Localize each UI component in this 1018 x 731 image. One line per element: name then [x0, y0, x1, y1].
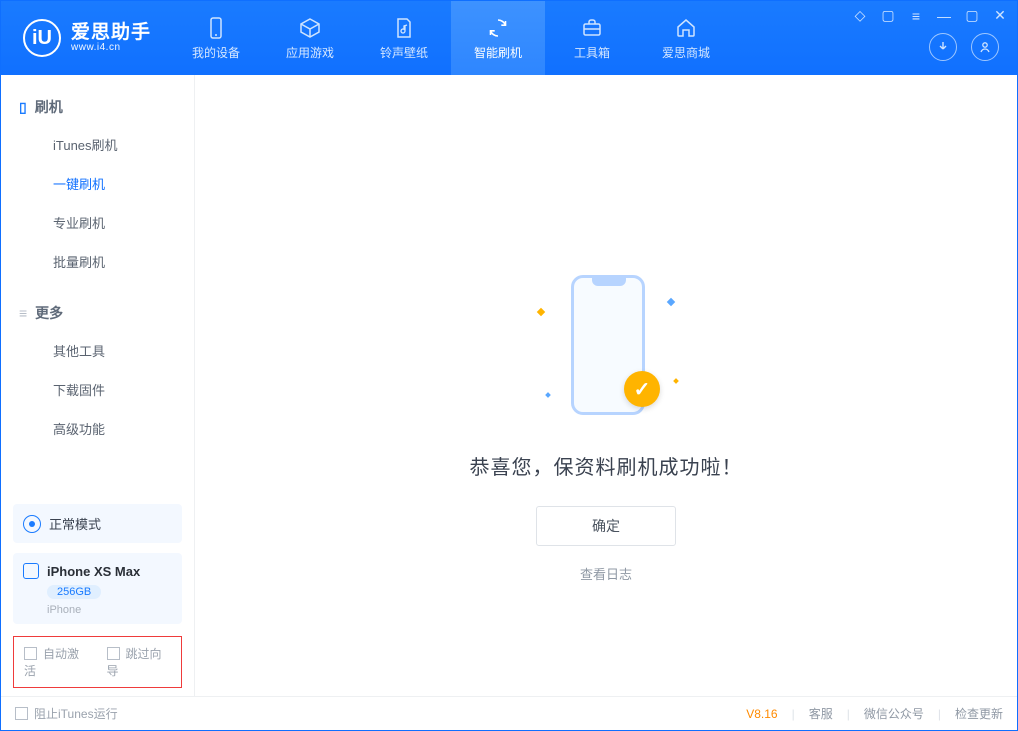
titlebar: iU 爱思助手 www.i4.cn 我的设备 应用游戏 铃声壁纸 智能刷机: [1, 1, 1017, 75]
nav-smart-flash[interactable]: 智能刷机: [451, 1, 545, 75]
device-name: iPhone XS Max: [47, 564, 140, 579]
sparkle-icon: [545, 392, 551, 398]
checkbox-icon: [15, 707, 28, 720]
app-site: www.i4.cn: [71, 42, 151, 53]
main-content: ✓ 恭喜您，保资料刷机成功啦！ 确定 查看日志: [195, 75, 1017, 696]
sidebar-head-more: ≡ 更多: [1, 295, 194, 331]
device-icon: [204, 16, 228, 40]
toolbox-icon: [580, 16, 604, 40]
checkbox-skip-guide[interactable]: 跳过向导: [107, 645, 172, 679]
sparkle-icon: [537, 308, 545, 316]
sidebar-item-itunes-flash[interactable]: iTunes刷机: [1, 125, 194, 164]
separator: |: [792, 707, 795, 721]
sidebar-section-more: ≡ 更多 其他工具 下载固件 高级功能: [1, 281, 194, 448]
logo-icon: iU: [23, 19, 61, 57]
nav-store[interactable]: 爱思商城: [639, 1, 733, 75]
nav-label: 工具箱: [574, 44, 610, 61]
link-check-update[interactable]: 检查更新: [955, 705, 1003, 722]
app-window: iU 爱思助手 www.i4.cn 我的设备 应用游戏 铃声壁纸 智能刷机: [0, 0, 1018, 731]
sidebar-item-oneclick-flash[interactable]: 一键刷机: [1, 164, 194, 203]
checkmark-badge-icon: ✓: [624, 371, 660, 407]
device-storage-badge: 256GB: [47, 585, 101, 599]
device-type: iPhone: [47, 604, 172, 616]
checkbox-block-itunes[interactable]: 阻止iTunes运行: [15, 705, 118, 722]
skin-icon[interactable]: ◇: [851, 7, 869, 24]
sidebar-item-pro-flash[interactable]: 专业刷机: [1, 203, 194, 242]
flash-options-row: 自动激活 跳过向导: [13, 636, 182, 688]
sidebar-item-advanced[interactable]: 高级功能: [1, 409, 194, 448]
list-icon: ≡: [19, 305, 27, 321]
main-nav: 我的设备 应用游戏 铃声壁纸 智能刷机 工具箱 爱思商城: [169, 1, 733, 75]
cube-icon: [298, 16, 322, 40]
separator: |: [938, 707, 941, 721]
ok-button[interactable]: 确定: [536, 506, 676, 546]
sidebar-head-label: 刷机: [35, 97, 63, 117]
device-outline-icon: ▯: [19, 99, 27, 116]
sidebar-section-flash: ▯ 刷机 iTunes刷机 一键刷机 专业刷机 批量刷机: [1, 75, 194, 281]
checkbox-auto-activate[interactable]: 自动激活: [24, 645, 89, 679]
app-name: 爱思助手: [71, 23, 151, 42]
nav-label: 智能刷机: [474, 44, 522, 61]
body: ▯ 刷机 iTunes刷机 一键刷机 专业刷机 批量刷机 ≡ 更多 其他工具 下…: [1, 75, 1017, 696]
success-message: 恭喜您，保资料刷机成功啦！: [470, 451, 743, 480]
statusbar: 阻止iTunes运行 V8.16 | 客服 | 微信公众号 | 检查更新: [1, 696, 1017, 730]
header-right-buttons: [929, 33, 999, 61]
sidebar-item-download-firmware[interactable]: 下载固件: [1, 370, 194, 409]
version-label: V8.16: [746, 707, 777, 721]
sidebar-item-other-tools[interactable]: 其他工具: [1, 331, 194, 370]
success-illustration: ✓: [516, 265, 696, 435]
nav-label: 我的设备: [192, 44, 240, 61]
window-controls-top: ◇ ▢ ≡ — ▢ ✕: [851, 7, 1009, 24]
nav-apps-games[interactable]: 应用游戏: [263, 1, 357, 75]
nav-label: 爱思商城: [662, 44, 710, 61]
sparkle-icon: [673, 378, 679, 384]
menu-icon[interactable]: ≡: [907, 8, 925, 24]
nav-label: 铃声壁纸: [380, 44, 428, 61]
device-card-header: iPhone XS Max: [23, 563, 172, 579]
statusbar-right: V8.16 | 客服 | 微信公众号 | 检查更新: [746, 705, 1003, 722]
download-button[interactable]: [929, 33, 957, 61]
status-dot-icon: [23, 515, 41, 533]
separator: |: [847, 707, 850, 721]
minimize-button[interactable]: —: [935, 8, 953, 24]
nav-toolbox[interactable]: 工具箱: [545, 1, 639, 75]
sidebar: ▯ 刷机 iTunes刷机 一键刷机 专业刷机 批量刷机 ≡ 更多 其他工具 下…: [1, 75, 195, 696]
checkbox-label: 阻止iTunes运行: [34, 707, 118, 721]
sync-icon: [486, 16, 510, 40]
nav-ringtones-wallpapers[interactable]: 铃声壁纸: [357, 1, 451, 75]
logo-block: iU 爱思助手 www.i4.cn: [1, 1, 169, 75]
sparkle-icon: [667, 298, 675, 306]
nav-my-device[interactable]: 我的设备: [169, 1, 263, 75]
home-icon: [674, 16, 698, 40]
sidebar-head-flash: ▯ 刷机: [1, 89, 194, 125]
logo-text: 爱思助手 www.i4.cn: [71, 23, 151, 53]
sidebar-item-batch-flash[interactable]: 批量刷机: [1, 242, 194, 281]
device-card[interactable]: iPhone XS Max 256GB iPhone: [13, 553, 182, 624]
account-button[interactable]: [971, 33, 999, 61]
checkbox-icon: [107, 647, 120, 660]
maximize-button[interactable]: ▢: [963, 7, 981, 24]
nav-label: 应用游戏: [286, 44, 334, 61]
music-file-icon: [392, 16, 416, 40]
link-support[interactable]: 客服: [809, 705, 833, 722]
device-mode-label: 正常模式: [49, 514, 101, 533]
link-wechat[interactable]: 微信公众号: [864, 705, 924, 722]
sidebar-head-label: 更多: [35, 303, 63, 323]
phone-icon: [23, 563, 39, 579]
close-button[interactable]: ✕: [991, 7, 1009, 24]
statusbar-left: 阻止iTunes运行: [15, 705, 118, 722]
device-mode-status[interactable]: 正常模式: [13, 504, 182, 543]
view-log-link[interactable]: 查看日志: [580, 564, 632, 583]
checkbox-icon: [24, 647, 37, 660]
feedback-icon[interactable]: ▢: [879, 7, 897, 24]
